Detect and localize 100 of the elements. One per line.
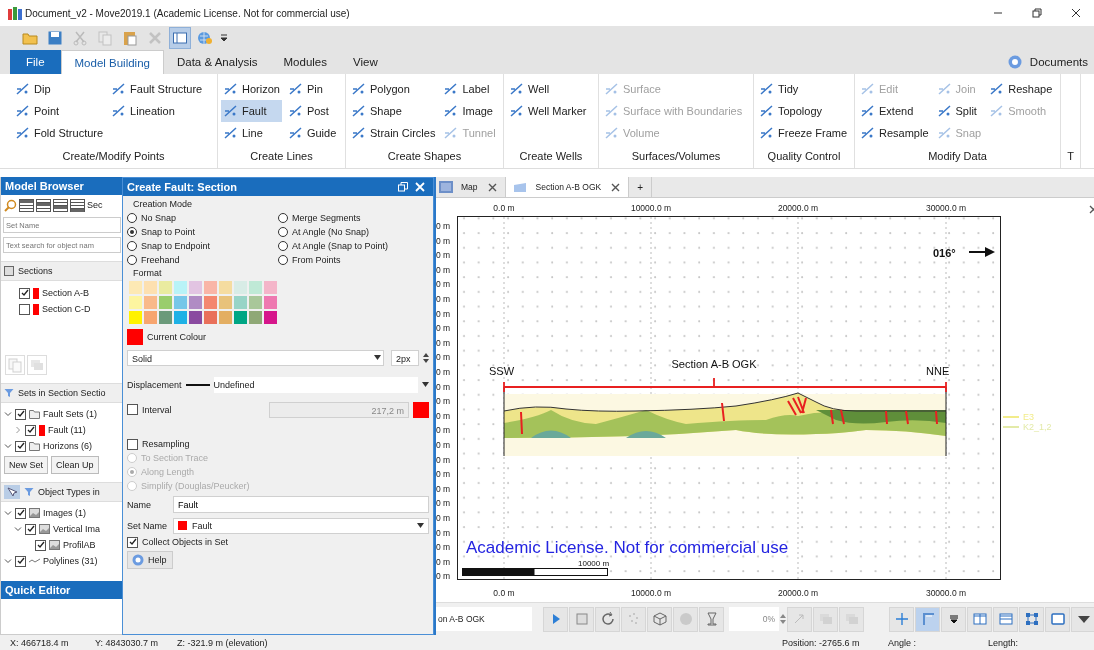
section-field[interactable]: on A-B OGK — [436, 607, 532, 631]
ribbon-tab[interactable]: Modules — [270, 50, 340, 74]
toolbar-button[interactable] — [170, 28, 190, 48]
tree-item[interactable]: Images (1) — [43, 508, 86, 518]
document-tab[interactable]: Map — [453, 177, 506, 197]
dropdown-caret-icon[interactable] — [220, 34, 228, 42]
radio-button[interactable] — [278, 213, 288, 223]
tree-item[interactable]: Section A-B — [42, 288, 90, 298]
checkbox[interactable] — [25, 424, 36, 436]
ribbon-tab[interactable]: File — [10, 50, 61, 74]
checkbox[interactable] — [127, 404, 138, 415]
ribbon-button[interactable]: Point — [13, 100, 106, 122]
checkbox[interactable] — [127, 438, 138, 450]
dropdown-caret-icon[interactable] — [422, 382, 429, 387]
document-tab[interactable]: Section A-B OGK — [505, 177, 630, 197]
chevron-down-icon[interactable] — [4, 557, 12, 565]
chevron-down-icon[interactable] — [14, 525, 22, 533]
ribbon-button[interactable]: Reshape — [987, 78, 1055, 100]
radio-button[interactable] — [278, 227, 288, 237]
ribbon-button[interactable]: Well Marker — [507, 100, 589, 122]
ribbon-button[interactable]: Well — [507, 78, 589, 100]
documents-button[interactable]: Documents — [1029, 50, 1088, 74]
pointer-icon[interactable] — [4, 485, 20, 499]
ribbon-button[interactable]: Topology — [757, 100, 850, 122]
ribbon-button[interactable]: Polygon — [349, 78, 438, 100]
current-colour-swatch[interactable] — [127, 328, 143, 345]
list-view-icon[interactable] — [53, 198, 68, 212]
chevron-down-icon[interactable] — [4, 410, 12, 418]
line-width-spinner[interactable]: 2px — [391, 349, 419, 366]
help-button[interactable]: Help — [127, 551, 173, 569]
tree-item[interactable]: Vertical Ima — [53, 524, 101, 534]
set-name-dropdown[interactable]: Fault — [173, 517, 429, 534]
checkbox[interactable] — [35, 539, 46, 551]
new-tab-button[interactable]: + — [629, 177, 653, 197]
radio-button[interactable] — [127, 227, 137, 237]
colour-swatch[interactable] — [413, 401, 429, 418]
radio-button[interactable] — [127, 241, 137, 251]
ribbon-button[interactable]: Label — [441, 78, 498, 100]
tree-item[interactable]: ProfilAB — [63, 540, 96, 550]
float-icon[interactable] — [398, 182, 408, 192]
panel-button[interactable]: Clean Up — [51, 456, 99, 474]
ribbon-button[interactable]: Fault — [221, 100, 282, 122]
ribbon-button[interactable]: Strain Circles — [349, 122, 438, 144]
ribbon-button[interactable]: Line — [221, 122, 282, 144]
ribbon-button[interactable]: Image — [441, 100, 498, 122]
ribbon-button[interactable]: Extend — [858, 100, 931, 122]
radio-button[interactable] — [127, 255, 137, 265]
ribbon-button[interactable]: Guide — [285, 122, 339, 144]
tree-item[interactable]: Section C-D — [42, 304, 91, 314]
radio-button[interactable] — [127, 213, 137, 223]
checkbox[interactable] — [15, 507, 26, 519]
ribbon-tab[interactable]: Model Building — [60, 50, 164, 74]
ribbon-button[interactable]: Pin — [285, 78, 339, 100]
name-field[interactable]: Fault — [173, 496, 429, 513]
list-view-icon[interactable] — [70, 198, 85, 212]
panel-button[interactable]: New Set — [4, 456, 48, 474]
tree-item[interactable]: Polylines (31) — [43, 556, 98, 566]
displacement-dropdown[interactable]: Undefined — [213, 376, 418, 393]
spinner-arrows-icon[interactable] — [423, 351, 429, 364]
ribbon-button[interactable]: Dip — [13, 78, 106, 100]
chevron-down-icon[interactable] — [4, 509, 12, 517]
toolbar-button[interactable] — [1071, 606, 1094, 632]
line-style-dropdown[interactable]: Solid — [127, 349, 384, 366]
ribbon-button[interactable]: Horizon — [221, 78, 282, 100]
copy-button[interactable] — [5, 355, 25, 375]
radio-button[interactable] — [278, 255, 288, 265]
ribbon-button[interactable]: Fold Structure — [13, 122, 106, 144]
toolbar-button[interactable] — [595, 606, 620, 632]
checkbox[interactable] — [19, 303, 30, 315]
checkbox[interactable] — [127, 536, 138, 548]
ribbon-button[interactable]: Shape — [349, 100, 438, 122]
toolbar-button[interactable] — [543, 606, 568, 632]
checkbox[interactable] — [19, 287, 30, 299]
radio-button[interactable] — [278, 241, 288, 251]
checkbox[interactable] — [15, 555, 26, 567]
ribbon-button[interactable]: Resample — [858, 122, 931, 144]
paste-button[interactable] — [27, 355, 47, 375]
ribbon-button[interactable]: Tidy — [757, 78, 850, 100]
ribbon-tab[interactable]: Data & Analysis — [163, 50, 271, 74]
checkbox[interactable] — [15, 440, 26, 452]
ribbon-tab[interactable]: View — [340, 50, 391, 74]
chevron-right-icon[interactable] — [14, 426, 22, 434]
checkbox[interactable] — [15, 408, 26, 420]
tree-item[interactable]: Fault (11) — [48, 425, 86, 435]
list-view-icon[interactable] — [19, 198, 34, 212]
dropdown-caret-icon[interactable] — [374, 355, 381, 360]
tree-item[interactable]: Fault Sets (1) — [43, 409, 98, 419]
tool-icon — [936, 103, 953, 119]
ribbon-button[interactable]: Lineation — [109, 100, 205, 122]
ribbon-button[interactable]: Post — [285, 100, 339, 122]
checkbox[interactable] — [25, 523, 36, 535]
toolbar-button[interactable] — [1019, 606, 1044, 632]
toolbar-button[interactable] — [941, 606, 966, 632]
zoom-spinner[interactable]: 0% — [729, 607, 779, 631]
chevron-down-icon[interactable] — [4, 442, 12, 450]
tree-item[interactable]: Horizons (6) — [43, 441, 92, 451]
list-view-icon[interactable] — [36, 198, 51, 212]
ribbon-button[interactable]: Freeze Frame — [757, 122, 850, 144]
ribbon-button[interactable]: Fault Structure — [109, 78, 205, 100]
ribbon-button[interactable]: Split — [934, 100, 984, 122]
